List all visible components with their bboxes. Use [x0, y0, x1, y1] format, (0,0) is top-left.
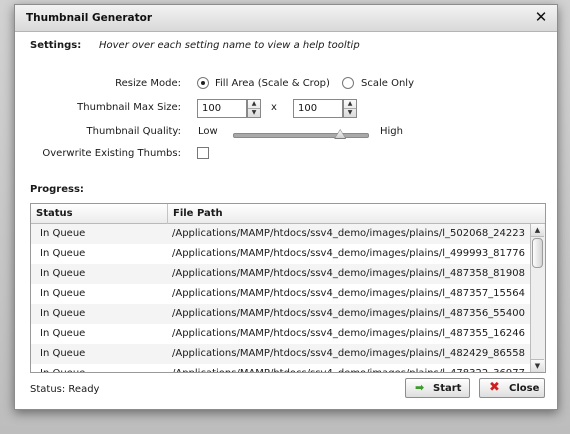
overwrite-checkbox[interactable] — [197, 147, 209, 159]
table-row[interactable]: In Queue/Applications/MAMP/htdocs/ssv4_d… — [31, 224, 531, 244]
cell-file-path: /Applications/MAMP/htdocs/ssv4_demo/imag… — [172, 368, 531, 372]
stepper-up-icon[interactable]: ▲ — [248, 100, 260, 109]
table-row[interactable]: In Queue/Applications/MAMP/htdocs/ssv4_d… — [31, 244, 531, 264]
max-size-label[interactable]: Thumbnail Max Size: — [21, 102, 181, 113]
quality-label[interactable]: Thumbnail Quality: — [21, 126, 181, 137]
radio-fill-area-label[interactable]: Fill Area (Scale & Crop) — [215, 78, 330, 89]
cell-file-path: /Applications/MAMP/htdocs/ssv4_demo/imag… — [172, 248, 525, 259]
close-button[interactable]: ✖ Close — [479, 378, 545, 398]
table-row[interactable]: In Queue/Applications/MAMP/htdocs/ssv4_d… — [31, 284, 531, 304]
cell-status: In Queue — [40, 288, 86, 299]
cell-file-path: /Applications/MAMP/htdocs/ssv4_demo/imag… — [172, 308, 525, 319]
table-header: Status File Path — [31, 204, 545, 224]
size-separator: x — [271, 102, 277, 113]
settings-header: Settings: — [30, 40, 82, 51]
table-row[interactable]: In Queue/Applications/MAMP/htdocs/ssv4_d… — [31, 304, 531, 324]
progress-header: Progress: — [30, 184, 84, 195]
quality-slider-thumb[interactable] — [334, 129, 347, 139]
column-header-file-path[interactable]: File Path — [173, 208, 223, 219]
progress-table: Status File Path In Queue/Applications/M… — [30, 203, 546, 373]
arrow-right-icon: ➡ — [415, 381, 425, 394]
cell-status: In Queue — [40, 368, 85, 372]
cell-status: In Queue — [40, 228, 86, 239]
cell-file-path: /Applications/MAMP/htdocs/ssv4_demo/imag… — [172, 228, 525, 239]
start-button-label: Start — [433, 383, 462, 394]
cell-status: In Queue — [40, 328, 86, 339]
scroll-up-icon[interactable]: ▲ — [531, 224, 544, 237]
quality-high-label: High — [380, 126, 403, 137]
stepper-down-icon[interactable]: ▼ — [248, 109, 260, 117]
max-width-stepper[interactable]: ▲ ▼ — [247, 99, 261, 118]
dialog-title: Thumbnail Generator — [26, 12, 152, 24]
table-row[interactable]: In Queue/Applications/MAMP/htdocs/ssv4_d… — [31, 324, 531, 344]
thumbnail-generator-dialog: Thumbnail Generator ✕ Settings: Hover ov… — [14, 4, 558, 410]
table-body: In Queue/Applications/MAMP/htdocs/ssv4_d… — [31, 224, 531, 372]
table-row[interactable]: In Queue/Applications/MAMP/htdocs/ssv4_d… — [31, 344, 531, 364]
column-header-status[interactable]: Status — [36, 208, 73, 219]
cell-file-path: /Applications/MAMP/htdocs/ssv4_demo/imag… — [172, 268, 525, 279]
cell-file-path: /Applications/MAMP/htdocs/ssv4_demo/imag… — [172, 348, 525, 359]
cell-status: In Queue — [40, 308, 86, 319]
table-row[interactable]: In Queue/Applications/MAMP/htdocs/ssv4_d… — [31, 364, 531, 372]
table-row[interactable]: In Queue/Applications/MAMP/htdocs/ssv4_d… — [31, 264, 531, 284]
dialog-titlebar: Thumbnail Generator ✕ — [15, 5, 557, 32]
status-text: Status: Ready — [30, 384, 100, 395]
radio-fill-area[interactable] — [197, 77, 209, 89]
table-scrollbar[interactable]: ▲ ▼ — [530, 224, 545, 372]
max-height-stepper[interactable]: ▲ ▼ — [343, 99, 357, 118]
radio-scale-only-label[interactable]: Scale Only — [361, 78, 414, 89]
max-height-input[interactable] — [293, 99, 343, 118]
x-icon: ✖ — [489, 380, 500, 395]
max-width-input[interactable] — [197, 99, 247, 118]
start-button[interactable]: ➡ Start — [405, 378, 470, 398]
radio-scale-only[interactable] — [342, 77, 354, 89]
cell-file-path: /Applications/MAMP/htdocs/ssv4_demo/imag… — [172, 328, 525, 339]
slider-thumb-fill — [335, 130, 346, 138]
scrollbar-thumb[interactable] — [532, 238, 543, 268]
resize-mode-label[interactable]: Resize Mode: — [21, 78, 181, 89]
scroll-down-icon[interactable]: ▼ — [531, 359, 544, 372]
cell-status: In Queue — [40, 248, 86, 259]
quality-low-label: Low — [198, 126, 218, 137]
overwrite-label[interactable]: Overwrite Existing Thumbs: — [21, 148, 181, 159]
cell-status: In Queue — [40, 348, 86, 359]
stepper-down-icon[interactable]: ▼ — [344, 109, 356, 117]
close-icon[interactable]: ✕ — [533, 8, 549, 26]
quality-slider[interactable] — [233, 133, 369, 138]
cell-status: In Queue — [40, 268, 86, 279]
close-button-label: Close — [509, 383, 540, 394]
settings-hint: Hover over each setting name to view a h… — [99, 40, 360, 51]
cell-file-path: /Applications/MAMP/htdocs/ssv4_demo/imag… — [172, 288, 525, 299]
stepper-up-icon[interactable]: ▲ — [344, 100, 356, 109]
